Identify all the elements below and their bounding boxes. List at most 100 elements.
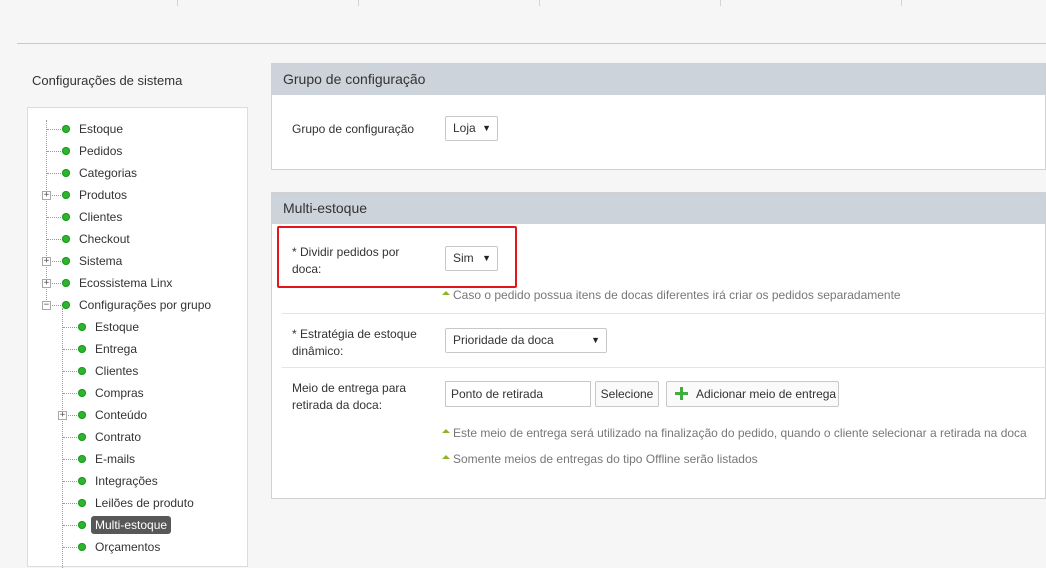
tree-item-label: Multi-estoque xyxy=(91,516,172,534)
tree-item-group-emails[interactable]: E-mails xyxy=(78,449,135,469)
tree-item-label: Estoque xyxy=(79,122,124,136)
tree-item-categorias[interactable]: Categorias xyxy=(62,163,137,183)
select-value: Prioridade da doca xyxy=(453,333,554,347)
tree-connector xyxy=(63,327,77,328)
expand-plus-icon[interactable]: + xyxy=(42,279,51,288)
status-dot-icon xyxy=(78,499,86,507)
status-dot-icon xyxy=(78,521,86,529)
tree-item-estoque[interactable]: Estoque xyxy=(62,119,123,139)
top-tab[interactable] xyxy=(359,0,540,6)
tree-connector xyxy=(47,173,61,174)
tree-item-label: Entrega xyxy=(95,342,138,356)
tree-item-sistema[interactable]: Sistema xyxy=(62,251,122,271)
stock-strategy-label: * Estratégia de estoque dinâmico: xyxy=(292,327,417,358)
tree-connector xyxy=(63,393,77,394)
delivery-method-input[interactable]: Ponto de retirada xyxy=(445,381,591,407)
tree-item-checkout[interactable]: Checkout xyxy=(62,229,130,249)
tree-item-label: Produtos xyxy=(79,188,128,202)
tree-connector xyxy=(63,371,77,372)
tree-connector xyxy=(63,349,77,350)
collapse-minus-icon[interactable]: − xyxy=(42,301,51,310)
add-delivery-method-button[interactable]: Adicionar meio de entrega xyxy=(666,381,839,407)
settings-tree: Estoque Pedidos Categorias + Produtos Cl… xyxy=(27,107,248,568)
status-dot-icon xyxy=(78,323,86,331)
top-tab[interactable] xyxy=(540,0,721,6)
tree-item-label: Clientes xyxy=(95,364,139,378)
status-dot-icon xyxy=(62,125,70,133)
tree-connector xyxy=(47,129,61,130)
top-tab[interactable] xyxy=(0,0,178,6)
tree-item-label: Orçamentos xyxy=(95,540,161,554)
tree-item-group-conteudo[interactable]: Conteúdo xyxy=(78,405,147,425)
tree-connector xyxy=(63,547,77,548)
tree-item-produtos[interactable]: Produtos xyxy=(62,185,127,205)
status-dot-icon xyxy=(78,477,86,485)
tree-connector xyxy=(47,151,61,152)
hint-text: Este meio de entrega será utilizado na f… xyxy=(453,426,1027,440)
tree-item-label: Clientes xyxy=(79,210,123,224)
status-dot-icon xyxy=(62,147,70,155)
tree-item-label: Sistema xyxy=(79,254,123,268)
panel-header: Grupo de configuração xyxy=(272,64,1045,95)
button-label: Adicionar meio de entrega xyxy=(696,387,837,401)
top-tab-strip xyxy=(0,0,1046,6)
divider xyxy=(17,43,1046,44)
tree-item-group-multi-estoque[interactable]: Multi-estoque xyxy=(78,515,172,535)
tree-item-label: Conteúdo xyxy=(95,408,148,422)
multi-stock-panel: Multi-estoque * Dividir pedidos por doca… xyxy=(271,192,1046,499)
status-dot-icon xyxy=(62,191,70,199)
tree-item-label: Configurações por grupo xyxy=(79,298,212,312)
status-dot-icon xyxy=(62,257,70,265)
tree-item-label: Checkout xyxy=(79,232,130,246)
status-dot-icon xyxy=(78,411,86,419)
tree-item-group-leiloes[interactable]: Leilões de produto xyxy=(78,493,194,513)
config-group-label: Grupo de configuração xyxy=(292,122,415,136)
highlight-box xyxy=(277,226,517,288)
hint-text: Somente meios de entregas do tipo Offlin… xyxy=(453,452,758,466)
tree-item-pedidos[interactable]: Pedidos xyxy=(62,141,122,161)
select-delivery-button[interactable]: Selecione xyxy=(595,381,659,407)
dropdown-arrow-icon: ▼ xyxy=(591,335,600,345)
hint-arrow-icon xyxy=(442,291,450,295)
top-tab[interactable] xyxy=(721,0,902,6)
tree-item-group-entrega[interactable]: Entrega xyxy=(78,339,137,359)
expand-plus-icon[interactable]: + xyxy=(58,411,67,420)
tree-item-configuracoes-por-grupo[interactable]: Configurações por grupo xyxy=(62,295,211,315)
row-divider xyxy=(282,367,1046,368)
tree-item-group-compras[interactable]: Compras xyxy=(78,383,144,403)
expand-plus-icon[interactable]: + xyxy=(42,257,51,266)
tree-connector xyxy=(63,459,77,460)
delivery-method-label: Meio de entrega para retirada da doca: xyxy=(292,381,407,412)
tree-item-group-contrato[interactable]: Contrato xyxy=(78,427,141,447)
top-tab[interactable] xyxy=(178,0,359,6)
status-dot-icon xyxy=(78,543,86,551)
status-dot-icon xyxy=(78,433,86,441)
page-title: Configurações de sistema xyxy=(32,73,183,88)
tree-item-label: Estoque xyxy=(95,320,140,334)
tree-item-group-orcamentos[interactable]: Orçamentos xyxy=(78,537,160,557)
tree-item-label: Compras xyxy=(95,386,144,400)
status-dot-icon xyxy=(78,367,86,375)
tree-item-label: Integrações xyxy=(95,474,158,488)
tree-item-group-estoque[interactable]: Estoque xyxy=(78,317,139,337)
tree-item-group-clientes[interactable]: Clientes xyxy=(78,361,138,381)
row-divider xyxy=(282,313,1046,314)
stock-strategy-select[interactable]: Prioridade da doca ▼ xyxy=(445,328,607,353)
tree-connector xyxy=(63,481,77,482)
tree-item-label: E-mails xyxy=(95,452,136,466)
status-dot-icon xyxy=(62,169,70,177)
delivery-hint: Este meio de entrega será utilizado na f… xyxy=(442,426,1027,440)
status-dot-icon xyxy=(78,389,86,397)
config-group-select[interactable]: Loja ▼ xyxy=(445,116,498,141)
tree-item-label: Leilões de produto xyxy=(95,496,194,510)
tree-item-label: Pedidos xyxy=(79,144,123,158)
expand-plus-icon[interactable]: + xyxy=(42,191,51,200)
tree-connector xyxy=(62,308,63,568)
select-value: Loja xyxy=(453,121,476,135)
tree-connector xyxy=(47,217,61,218)
tree-item-ecossistema-linx[interactable]: Ecossistema Linx xyxy=(62,273,172,293)
tree-item-clientes[interactable]: Clientes xyxy=(62,207,122,227)
status-dot-icon xyxy=(62,235,70,243)
split-orders-hint: Caso o pedido possua itens de docas dife… xyxy=(442,288,901,302)
tree-item-group-integracoes[interactable]: Integrações xyxy=(78,471,158,491)
